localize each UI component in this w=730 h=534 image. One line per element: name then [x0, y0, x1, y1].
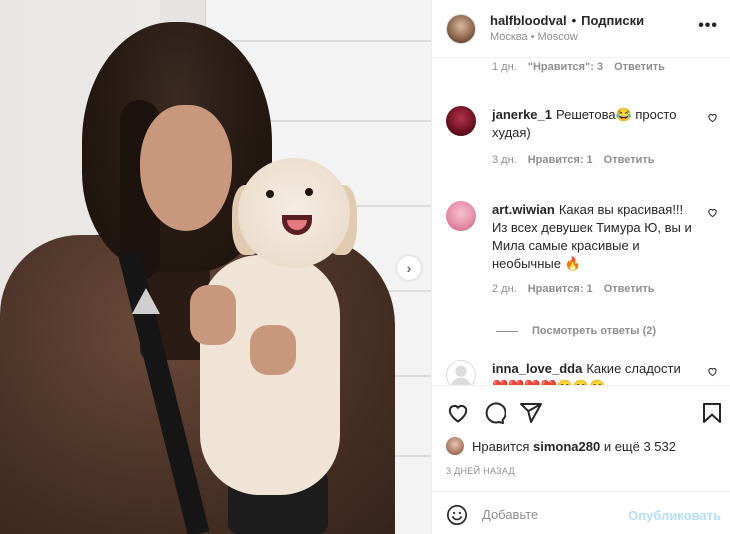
comment-likes-link[interactable]: "Нравится": 3	[528, 61, 603, 73]
chevron-right-icon: ›	[406, 260, 412, 276]
likes-count-link[interactable]: и ещё 3 532	[604, 439, 676, 454]
post-photo[interactable]: ›	[0, 0, 431, 534]
comment-like-heart-icon[interactable]	[707, 207, 718, 218]
likes-prefix: Нравится	[472, 438, 530, 454]
commenter-username[interactable]: art.wiwian	[492, 202, 555, 217]
bookmark-icon[interactable]	[700, 401, 724, 425]
commenter-avatar[interactable]	[446, 106, 476, 136]
author-username[interactable]: halfbloodval	[490, 13, 567, 28]
default-avatar-icon	[451, 365, 471, 385]
comment-like-heart-icon[interactable]	[707, 366, 718, 377]
emoji-icon[interactable]	[446, 504, 468, 526]
dog-eye	[266, 190, 274, 198]
post-side-panel: halfbloodval • Подписки Москва • Moscow ••…	[431, 0, 730, 534]
more-icon: •••	[698, 17, 718, 34]
hand	[190, 285, 236, 345]
post-actions-bar	[432, 385, 730, 435]
comment-time: 2 дн.	[492, 283, 517, 295]
comment-text: inna_love_ddaКакие сладости ❤️❤️❤️❤️😋😋😋	[492, 360, 700, 385]
share-icon[interactable]	[519, 401, 543, 425]
comment-text: janerke_1 Решетова😂 просто худая)	[492, 106, 700, 142]
post-date[interactable]: 3 дней назад	[446, 466, 515, 476]
comment-likes-link[interactable]: Нравится: 1	[528, 154, 593, 166]
publish-button[interactable]: Опубликовать	[628, 508, 721, 523]
heart-icon[interactable]	[446, 401, 470, 425]
view-replies-label: Посмотреть ответы (2)	[532, 325, 657, 337]
commenter-avatar[interactable]	[446, 360, 476, 385]
author-info: halfbloodval • Подписки Москва • Moscow	[490, 13, 644, 45]
comment-text: art.wiwian Какая вы красивая!!! Из всех д…	[492, 201, 700, 273]
comment-time: 1 дн.	[492, 61, 517, 73]
comments-list[interactable]: 1 дн. "Нравится": 3 Ответить janerke_1 Реше…	[432, 58, 730, 385]
liker-username[interactable]: simona280	[533, 439, 600, 454]
add-comment-bar: Опубликовать	[432, 491, 730, 534]
replies-line	[496, 330, 518, 332]
more-options-button[interactable]: •••	[698, 17, 718, 35]
reply-link[interactable]: Ответить	[604, 283, 655, 295]
liker-avatar[interactable]	[446, 437, 464, 455]
follow-status-button[interactable]: Подписки	[581, 13, 644, 28]
separator-dot: •	[571, 12, 577, 28]
face	[140, 105, 232, 231]
commenter-username[interactable]: janerke_1	[492, 107, 552, 122]
reply-link[interactable]: Ответить	[614, 61, 665, 73]
comment-meta: 3 дн. Нравится: 1 Ответить	[492, 154, 666, 166]
comment-meta: 2 дн. Нравится: 1 Ответить	[492, 283, 666, 295]
hand	[250, 325, 296, 375]
dog-eye	[305, 188, 313, 196]
commenter-avatar[interactable]	[446, 201, 476, 231]
next-photo-button[interactable]: ›	[397, 256, 421, 280]
view-replies-button[interactable]: Посмотреть ответы (2)	[496, 325, 656, 337]
comment-time: 3 дн.	[492, 154, 517, 166]
wall-line	[200, 40, 431, 42]
comment-like-heart-icon[interactable]	[707, 112, 718, 123]
author-avatar[interactable]	[446, 13, 476, 44]
likes-summary: Нравится simona280 и ещё 3 532	[446, 437, 676, 455]
post-location[interactable]: Москва • Moscow	[490, 31, 644, 45]
post-header: halfbloodval • Подписки Москва • Moscow ••…	[432, 0, 730, 58]
dog-head	[238, 158, 350, 268]
comment-likes-link[interactable]: Нравится: 1	[528, 283, 593, 295]
commenter-username[interactable]: inna_love_dda	[492, 361, 582, 376]
reply-link[interactable]: Ответить	[604, 154, 655, 166]
comment-icon[interactable]	[482, 401, 506, 425]
comment-meta: 1 дн. "Нравится": 3 Ответить	[492, 61, 676, 73]
triangle-logo	[132, 288, 160, 314]
comment-input[interactable]	[482, 502, 622, 526]
